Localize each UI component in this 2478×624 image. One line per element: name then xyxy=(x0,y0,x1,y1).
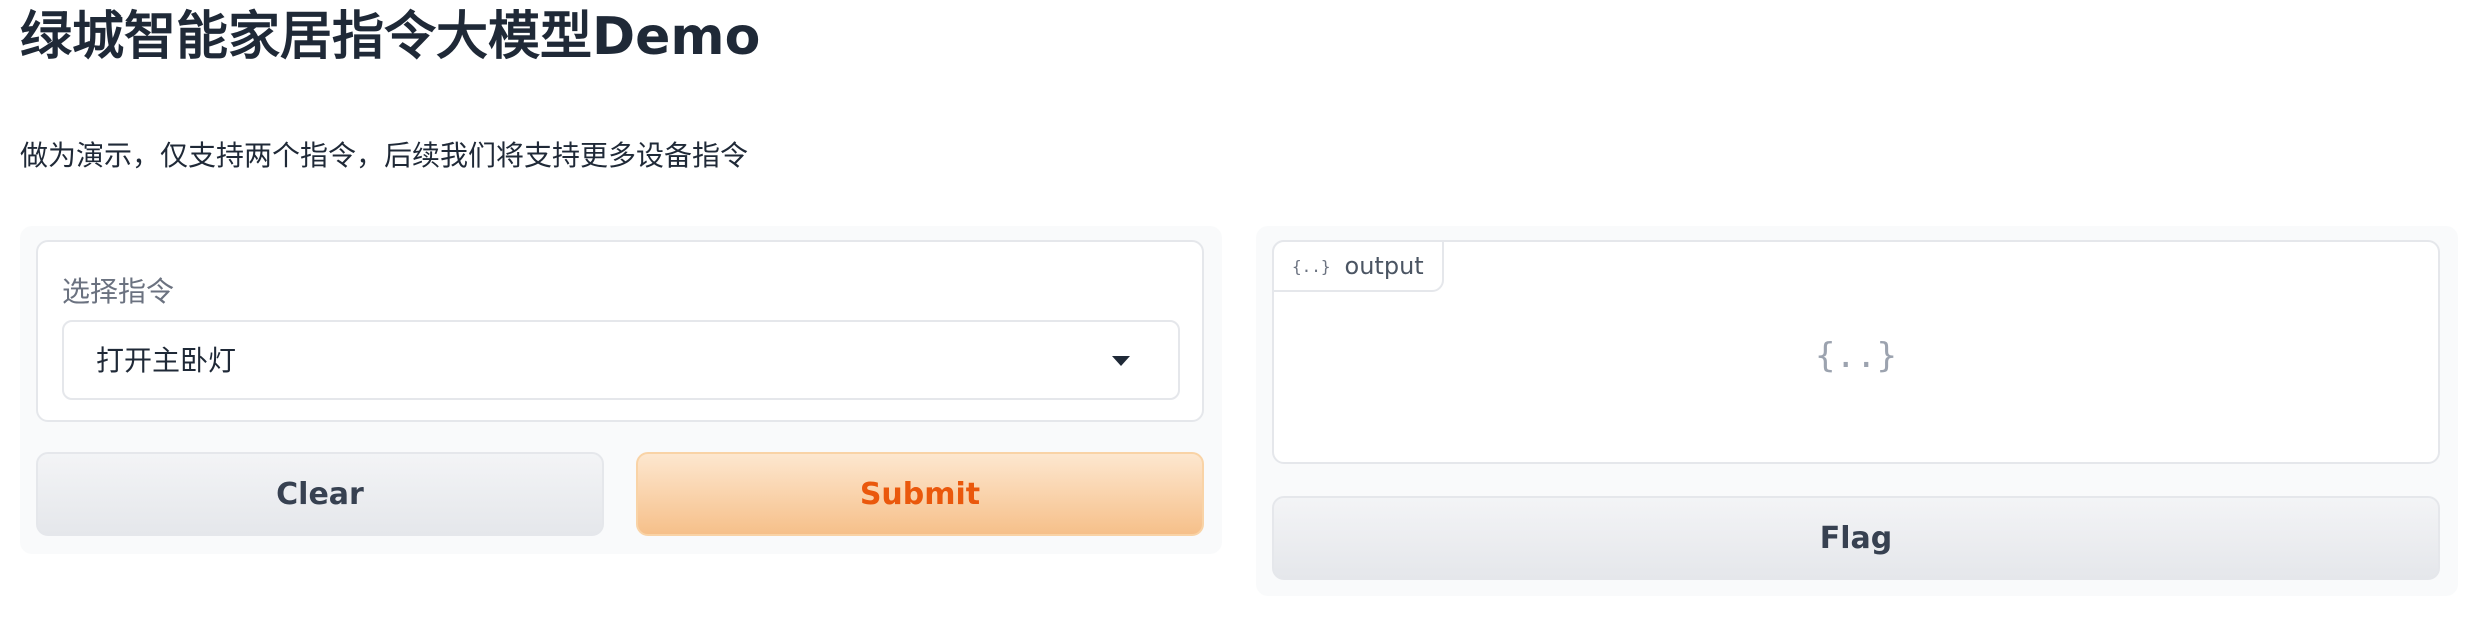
command-dropdown-value: 打开主卧灯 xyxy=(96,344,237,377)
page-description: 做为演示，仅支持两个指令，后续我们将支持更多设备指令 xyxy=(20,139,749,172)
output-tab-label: output xyxy=(1344,252,1424,280)
output-tab: {..} output xyxy=(1272,240,1444,292)
json-output-box: {..} output {..} xyxy=(1272,240,2440,464)
submit-button[interactable]: Submit xyxy=(636,452,1204,536)
command-select-block: 选择指令 打开主卧灯 xyxy=(36,240,1204,422)
command-select-label: 选择指令 xyxy=(62,275,175,308)
flag-button[interactable]: Flag xyxy=(1272,496,2440,580)
input-panel: 选择指令 打开主卧灯 Clear Submit xyxy=(20,226,1222,554)
clear-button[interactable]: Clear xyxy=(36,452,604,536)
command-dropdown[interactable]: 打开主卧灯 xyxy=(62,320,1180,400)
page-title: 绿城智能家居指令大模型Demo xyxy=(20,7,761,67)
json-icon: {..} xyxy=(1292,256,1331,276)
output-panel: {..} output {..} Flag xyxy=(1256,226,2458,596)
caret-down-icon xyxy=(1112,356,1130,366)
json-empty-icon: {..} xyxy=(1815,336,1897,376)
